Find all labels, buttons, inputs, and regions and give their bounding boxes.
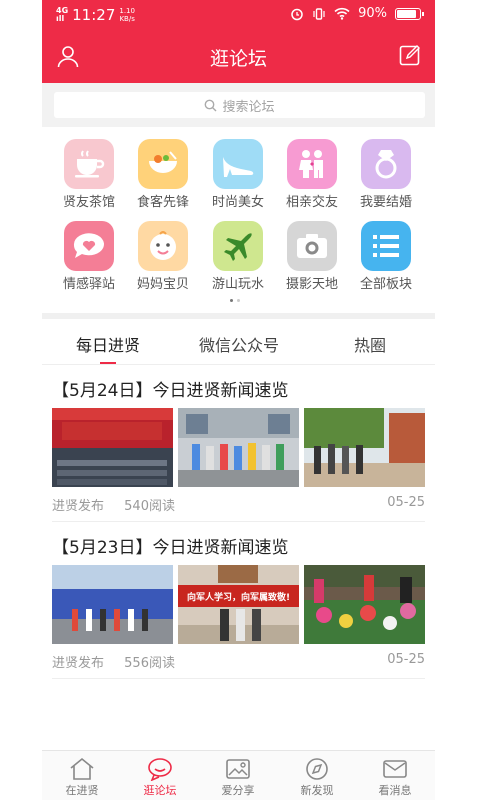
category-dating[interactable]: 相亲交友 bbox=[277, 139, 347, 210]
category-emotion[interactable]: 情感驿站 bbox=[54, 221, 124, 292]
image-icon bbox=[226, 759, 250, 779]
news-thumbnails: 向军人学习，向军属致敬! bbox=[52, 565, 425, 644]
battery-icon bbox=[395, 7, 424, 20]
news-photo bbox=[52, 565, 173, 644]
page-title: 逛论坛 bbox=[209, 48, 267, 70]
tab-wechat[interactable]: 微信公众号 bbox=[179, 332, 299, 356]
nav-label: 爱分享 bbox=[221, 784, 255, 797]
top-bar: 4G ıll 11:27 1.10 KB/s 90% 逛论坛 bbox=[42, 0, 435, 83]
net-speed-value: 1.10 bbox=[119, 7, 135, 15]
news-photo bbox=[52, 408, 173, 487]
category-travel[interactable]: 游山玩水 bbox=[203, 221, 273, 292]
category-label: 相亲交友 bbox=[285, 195, 338, 210]
category-mom-baby[interactable]: 妈妈宝贝 bbox=[128, 221, 198, 292]
category-label: 情感驿站 bbox=[62, 277, 115, 292]
tab-label: 每日进贤 bbox=[75, 336, 140, 355]
tab-daily-jinxian[interactable]: 每日进贤 bbox=[48, 332, 168, 364]
battery-percent: 90% bbox=[358, 6, 387, 21]
airplane-icon bbox=[213, 221, 263, 271]
category-tea-house[interactable]: 贤友茶馆 bbox=[54, 139, 124, 210]
news-photo: 向军人学习，向军属致敬! bbox=[178, 565, 299, 644]
divider bbox=[52, 678, 425, 679]
tab-bar: 每日进贤 微信公众号 热圈 bbox=[42, 319, 435, 365]
network-indicator: 4G ıll bbox=[56, 7, 68, 23]
nav-messages[interactable]: 看消息 bbox=[356, 757, 434, 798]
category-wedding[interactable]: 我要结婚 bbox=[351, 139, 421, 210]
baby-face-icon bbox=[138, 221, 188, 271]
news-source: 进贤发布 bbox=[52, 656, 105, 671]
compose-icon[interactable] bbox=[399, 44, 421, 66]
ring-icon bbox=[361, 139, 411, 189]
news-source: 进贤发布 bbox=[52, 499, 105, 514]
category-label: 全部板块 bbox=[359, 277, 412, 292]
news-date: 05-25 bbox=[387, 652, 425, 667]
couple-icon bbox=[287, 139, 337, 189]
news-thumbnails bbox=[52, 408, 425, 487]
news-reads: 556阅读 bbox=[124, 656, 175, 671]
signal-icon: ıll bbox=[56, 14, 65, 23]
nav-forum[interactable]: 逛论坛 bbox=[121, 757, 199, 798]
camera-icon bbox=[287, 221, 337, 271]
tab-label: 微信公众号 bbox=[198, 336, 279, 355]
tab-label: 热圈 bbox=[353, 336, 386, 355]
status-bar: 4G ıll 11:27 1.10 KB/s 90% bbox=[42, 0, 435, 32]
news-date: 05-25 bbox=[387, 495, 425, 510]
active-tab-indicator bbox=[100, 362, 116, 364]
tab-hot-circle[interactable]: 热圈 bbox=[310, 332, 430, 356]
header: 逛论坛 bbox=[42, 32, 435, 83]
category-label: 我要结婚 bbox=[359, 195, 412, 210]
net-speed-unit: KB/s bbox=[119, 15, 135, 23]
news-title: 【5月24日】今日进贤新闻速览 bbox=[52, 381, 289, 401]
category-grid: 贤友茶馆 食客先锋 时尚美女 相亲交友 我要结婚 情感驿站 妈妈宝贝 游山玩水 … bbox=[42, 127, 435, 313]
heart-chat-icon bbox=[64, 221, 114, 271]
nav-label: 逛论坛 bbox=[143, 784, 177, 797]
alarm-icon bbox=[291, 8, 303, 20]
teacup-icon bbox=[64, 139, 114, 189]
clock: 11:27 bbox=[72, 6, 116, 24]
news-reads: 540阅读 bbox=[124, 499, 175, 514]
category-all-boards[interactable]: 全部板块 bbox=[351, 221, 421, 292]
list-icon bbox=[361, 221, 411, 271]
home-icon bbox=[70, 757, 94, 780]
category-label: 贤友茶馆 bbox=[62, 195, 115, 210]
compass-icon bbox=[306, 758, 328, 780]
nav-label: 在进贤 bbox=[65, 784, 99, 797]
news-meta: 进贤发布 540阅读 bbox=[52, 495, 191, 514]
page-indicator bbox=[230, 299, 240, 302]
news-meta: 进贤发布 556阅读 bbox=[52, 652, 191, 671]
search-input[interactable]: 搜索论坛 bbox=[54, 92, 425, 118]
category-label: 摄影天地 bbox=[285, 277, 338, 292]
nav-discover[interactable]: 新发现 bbox=[278, 757, 356, 798]
nav-label: 看消息 bbox=[378, 784, 412, 797]
nav-home[interactable]: 在进贤 bbox=[43, 757, 121, 798]
category-foodie[interactable]: 食客先锋 bbox=[128, 139, 198, 210]
news-photo-banner: 向军人学习，向军属致敬! bbox=[186, 593, 291, 603]
category-label: 食客先锋 bbox=[136, 195, 189, 210]
search-placeholder: 搜索论坛 bbox=[222, 99, 275, 115]
bottom-nav: 在进贤 逛论坛 爱分享 新发现 看消息 bbox=[42, 750, 435, 800]
news-photo bbox=[304, 408, 425, 487]
news-photo bbox=[304, 565, 425, 644]
category-fashion[interactable]: 时尚美女 bbox=[203, 139, 273, 210]
high-heel-icon bbox=[213, 139, 263, 189]
app-screen: 4G ıll 11:27 1.10 KB/s 90% 逛论坛 搜索论坛 贤友茶馆… bbox=[42, 0, 435, 800]
chat-bubble-icon bbox=[148, 758, 172, 781]
nav-share[interactable]: 爱分享 bbox=[199, 757, 277, 798]
nav-label: 新发现 bbox=[300, 784, 334, 797]
news-photo bbox=[178, 408, 299, 487]
category-label: 时尚美女 bbox=[211, 195, 264, 210]
vibrate-icon bbox=[313, 7, 325, 20]
food-bowl-icon bbox=[138, 139, 188, 189]
category-photography[interactable]: 摄影天地 bbox=[277, 221, 347, 292]
category-label: 游山玩水 bbox=[211, 277, 264, 292]
news-title: 【5月23日】今日进贤新闻速览 bbox=[52, 538, 289, 558]
wifi-icon bbox=[334, 7, 350, 20]
divider bbox=[52, 521, 425, 522]
category-label: 妈妈宝贝 bbox=[136, 277, 189, 292]
search-icon bbox=[205, 99, 217, 111]
net-speed: 1.10 KB/s bbox=[119, 7, 135, 23]
search-area: 搜索论坛 bbox=[42, 83, 435, 127]
mail-icon bbox=[383, 760, 407, 778]
